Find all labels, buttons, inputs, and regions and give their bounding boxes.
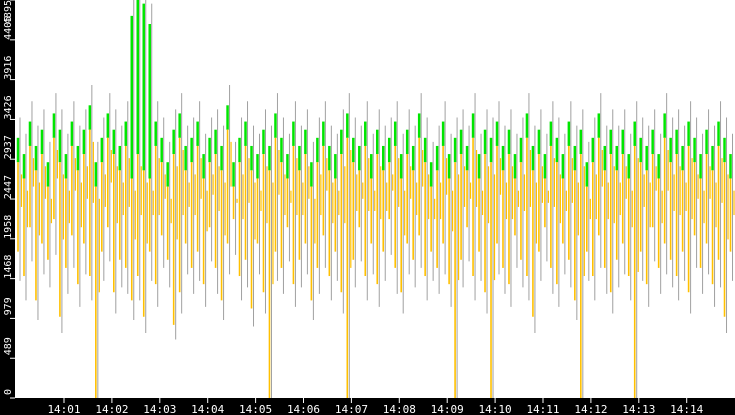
x-tick-label: 14:12: [574, 403, 607, 415]
x-tick-label: 14:07: [335, 403, 368, 415]
y-tick-label: 2937: [3, 135, 14, 159]
x-tick-label: 14:14: [670, 403, 703, 415]
chart: 0 489 979 1468 1958 2447 2937 3426 3916 4405 4895 1…: [0, 0, 735, 415]
x-tick-label: 14:04: [191, 403, 224, 415]
y-tick-label: 3426: [3, 95, 14, 119]
x-tick-label: 14:02: [95, 403, 128, 415]
x-tick-label: 14:08: [383, 403, 416, 415]
y-tick-label: 4895: [3, 0, 14, 24]
y-tick-label: 3916: [3, 56, 14, 80]
x-tick-label: 14:01: [47, 403, 80, 415]
y-tick-label: 2447: [3, 175, 14, 199]
chart-svg: 0489979146819582447293734263916440548951…: [3, 0, 735, 415]
x-tick-label: 14:05: [239, 403, 272, 415]
y-tick-label: 1958: [3, 215, 14, 239]
y-tick-label: 0: [3, 389, 14, 395]
x-tick-label: 14:13: [622, 403, 655, 415]
x-tick-label: 14:09: [431, 403, 464, 415]
y-tick-label: 489: [3, 337, 14, 355]
y-tick-label: 1468: [3, 255, 14, 279]
x-tick-label: 14:11: [526, 403, 559, 415]
y-tick-label: 979: [3, 297, 14, 315]
x-tick-label: 14:10: [479, 403, 512, 415]
x-tick-label: 14:06: [287, 403, 320, 415]
x-tick-label: 14:03: [143, 403, 176, 415]
